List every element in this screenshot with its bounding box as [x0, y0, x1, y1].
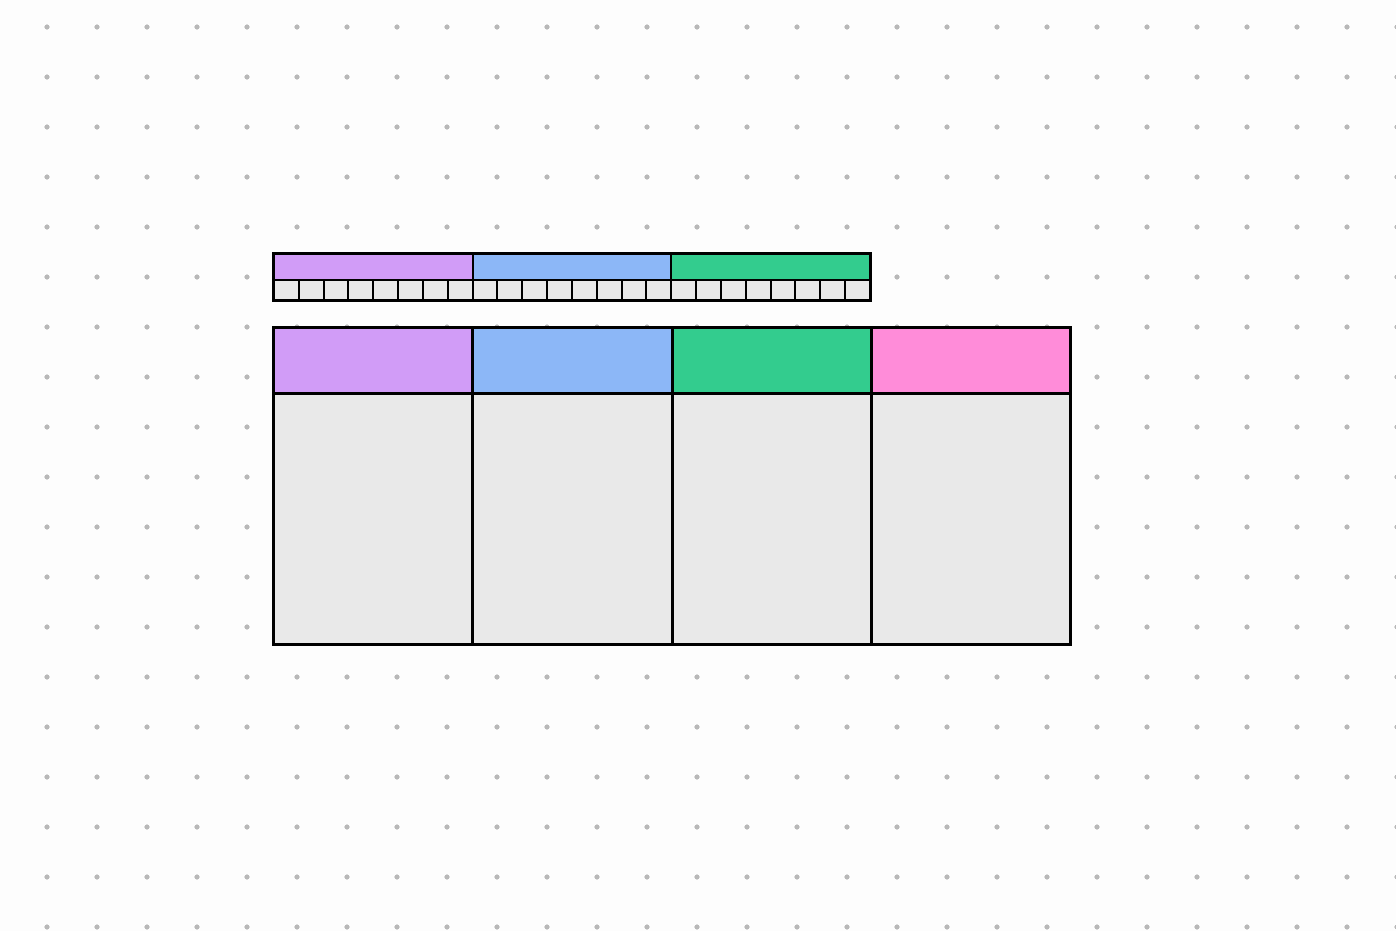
- tick-cell: [548, 281, 573, 299]
- tick-cell: [449, 281, 474, 299]
- column-body[interactable]: [674, 395, 870, 643]
- column-body[interactable]: [873, 395, 1069, 643]
- tick-cell: [275, 281, 300, 299]
- column-header-green[interactable]: [674, 329, 870, 395]
- tick-cell: [722, 281, 747, 299]
- tick-cell: [300, 281, 325, 299]
- table-column[interactable]: [674, 329, 873, 643]
- top-bar-ticks: [275, 279, 869, 299]
- tick-cell: [573, 281, 598, 299]
- table-column[interactable]: [474, 329, 673, 643]
- column-body[interactable]: [474, 395, 670, 643]
- top-segment-green[interactable]: [672, 255, 869, 279]
- tick-cell: [374, 281, 399, 299]
- tick-cell: [747, 281, 772, 299]
- top-bar[interactable]: [272, 252, 872, 302]
- column-header-blue[interactable]: [474, 329, 670, 395]
- tick-cell: [399, 281, 424, 299]
- tick-cell: [474, 281, 499, 299]
- tick-cell: [672, 281, 697, 299]
- tick-cell: [772, 281, 797, 299]
- tick-cell: [325, 281, 350, 299]
- diagram-canvas[interactable]: [0, 0, 1396, 931]
- column-header-pink[interactable]: [873, 329, 1069, 395]
- main-table[interactable]: [272, 326, 1072, 646]
- tick-cell: [846, 281, 869, 299]
- tick-cell: [523, 281, 548, 299]
- tick-cell: [424, 281, 449, 299]
- column-body[interactable]: [275, 395, 471, 643]
- tick-cell: [598, 281, 623, 299]
- tick-cell: [697, 281, 722, 299]
- top-bar-segments: [275, 255, 869, 279]
- table-column[interactable]: [275, 329, 474, 643]
- tick-cell: [623, 281, 648, 299]
- tick-cell: [498, 281, 523, 299]
- column-header-purple[interactable]: [275, 329, 471, 395]
- top-segment-purple[interactable]: [275, 255, 474, 279]
- tick-cell: [349, 281, 374, 299]
- top-segment-blue[interactable]: [474, 255, 673, 279]
- tick-cell: [796, 281, 821, 299]
- table-column[interactable]: [873, 329, 1069, 643]
- tick-cell: [821, 281, 846, 299]
- tick-cell: [647, 281, 672, 299]
